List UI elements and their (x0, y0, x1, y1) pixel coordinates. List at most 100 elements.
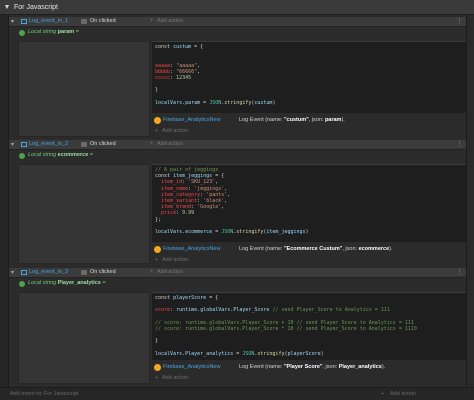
event-header[interactable]: ▾ Log_event_in_3 On clicked + Add action… (9, 268, 466, 278)
code-token: 'Google' (197, 204, 222, 211)
add-action-link[interactable]: Add action (162, 375, 188, 381)
add-action-link[interactable]: Add action (162, 257, 188, 263)
plus-icon[interactable]: + (150, 269, 154, 275)
action-description[interactable]: Log Event (name: "custum", json: param). (239, 117, 345, 123)
code-token: playerScore (173, 295, 207, 301)
code-token: // score: runtime.globalVars.Player_Scor… (155, 325, 417, 332)
plus-icon[interactable]: + (381, 391, 384, 397)
action-row[interactable]: Firebase_AnalyticsNew Log Event (name: "… (152, 362, 466, 373)
add-action-link[interactable]: Add action (390, 391, 416, 397)
event-object-name[interactable]: Log_event_in_2 (29, 141, 68, 147)
code-token: ) (320, 350, 324, 357)
condition-icon (81, 142, 87, 147)
event-block-1[interactable]: ▾ Log_event_in_1 On clicked + Add action… (9, 17, 466, 138)
code-token: price (161, 210, 177, 217)
event-header[interactable]: ▾ Log_event_in_1 On clicked + Add action… (9, 17, 466, 27)
add-action-row[interactable]: + Add action (152, 375, 466, 383)
code-token: item_jeggings (173, 173, 213, 180)
code-token: = { (212, 173, 225, 180)
code-token: item_name (161, 185, 189, 192)
code-token: custum (173, 44, 192, 50)
condition-text[interactable]: On clicked (90, 18, 116, 24)
code-token: = { (206, 295, 219, 301)
action-description[interactable]: Log Event (name: "Ecommerce Custum", jso… (239, 246, 393, 252)
code-text[interactable]: const custum = {aaaaa: "aaaaa", bbbbb: "6… (152, 42, 466, 108)
code-token: localVars (155, 99, 183, 106)
collapse-icon[interactable]: ▾ (11, 141, 14, 148)
plus-icon[interactable]: + (150, 18, 154, 24)
code-token: item_variant (161, 198, 198, 205)
add-action-link[interactable]: Add action (162, 128, 188, 134)
script-code-block[interactable]: // A pair of jeggings const item_jeggings… (152, 164, 466, 242)
group-header[interactable]: ▼ For Javascript (0, 0, 474, 15)
event-object-name[interactable]: Log_event_in_1 (29, 18, 68, 24)
event-object-icon (21, 142, 27, 147)
code-token: = { (191, 44, 204, 50)
script-code-block[interactable]: const custum = {aaaaa: "aaaaa", bbbbb: "6… (152, 41, 466, 113)
local-variable-label[interactable]: Local string ecommerce = (28, 152, 93, 158)
add-action-link[interactable]: Add action (157, 269, 183, 275)
code-token: localVars (155, 350, 183, 357)
collapse-icon[interactable]: ▾ (11, 18, 14, 25)
condition-icon (81, 19, 87, 24)
add-action-link[interactable]: Add action (157, 18, 183, 24)
conditions-panel[interactable] (18, 41, 150, 137)
plus-icon[interactable]: + (150, 141, 154, 147)
code-token: , (227, 191, 231, 198)
code-token: item_id (161, 179, 183, 186)
more-options-icon[interactable]: ⋮ (456, 268, 463, 276)
plus-icon[interactable]: + (155, 128, 158, 134)
plus-icon[interactable]: + (155, 257, 158, 263)
code-token: const (155, 44, 174, 50)
code-token: ) (272, 99, 276, 106)
action-object-name: Firebase_AnalyticsNew (163, 246, 221, 252)
code-token: param (185, 99, 201, 106)
add-action-link[interactable]: Add action (157, 141, 183, 147)
condition-text[interactable]: On clicked (90, 269, 116, 275)
firebase-icon (154, 117, 161, 124)
group-footer: Add event to: For Javascript + Add actio… (0, 387, 474, 400)
condition-icon (81, 270, 87, 275)
local-variable-row[interactable]: Local string ecommerce = (9, 151, 466, 161)
action-row[interactable]: Firebase_AnalyticsNew Log Event (name: "… (152, 115, 466, 126)
code-token: = (200, 99, 210, 106)
event-block-2[interactable]: ▾ Log_event_in_2 On clicked + Add action… (9, 140, 466, 266)
event-header[interactable]: ▾ Log_event_in_2 On clicked + Add action… (9, 140, 466, 150)
action-description[interactable]: Log Event (name: "Player Score", json: P… (239, 364, 385, 370)
conditions-panel[interactable] (18, 164, 150, 264)
local-variable-row[interactable]: Local string param = (9, 28, 466, 38)
conditions-panel[interactable] (18, 292, 150, 384)
local-variable-row[interactable]: Local string Player_analytics = (9, 279, 466, 289)
chevron-down-icon[interactable]: ▼ (0, 4, 14, 11)
code-text[interactable]: // A pair of jeggings const item_jeggings… (152, 165, 466, 237)
more-options-icon[interactable]: ⋮ (456, 140, 463, 148)
collapse-icon[interactable]: ▾ (11, 269, 14, 276)
event-object-icon (21, 270, 27, 275)
code-token: , (197, 62, 201, 69)
left-margin-rail (0, 15, 9, 387)
vertical-scrollbar[interactable] (466, 15, 474, 387)
condition-text[interactable]: On clicked (90, 141, 116, 147)
add-action-row[interactable]: + Add action (152, 257, 466, 265)
more-options-icon[interactable]: ⋮ (456, 17, 463, 25)
code-token: 12345 (176, 74, 192, 81)
code-token: item_jeggings (266, 229, 306, 236)
event-object-name[interactable]: Log_event_in_3 (29, 269, 68, 275)
local-variable-icon (19, 30, 25, 36)
action-row[interactable]: Firebase_AnalyticsNew Log Event (name: "… (152, 244, 466, 255)
code-token: 'black' (203, 198, 225, 205)
event-block-3[interactable]: ▾ Log_event_in_3 On clicked + Add action… (9, 268, 466, 386)
local-variable-label[interactable]: Local string Player_analytics = (28, 280, 106, 286)
code-token: , (224, 185, 228, 192)
add-action-row[interactable]: + Add action (152, 128, 466, 136)
code-token: "66666" (176, 68, 198, 75)
script-code-block[interactable]: const playerScore = {score: runtime.glob… (152, 292, 466, 360)
code-token: // send Player_Score to Analytics = 111 (269, 307, 390, 314)
add-event-link[interactable]: Add event to: For Javascript (10, 391, 78, 397)
code-token: const (155, 295, 174, 301)
local-variable-label[interactable]: Local string param = (28, 29, 79, 35)
action-object-name: Firebase_AnalyticsNew (163, 117, 221, 123)
code-token: ) (305, 229, 309, 236)
plus-icon[interactable]: + (155, 375, 158, 381)
code-text[interactable]: const playerScore = {score: runtime.glob… (152, 293, 466, 359)
